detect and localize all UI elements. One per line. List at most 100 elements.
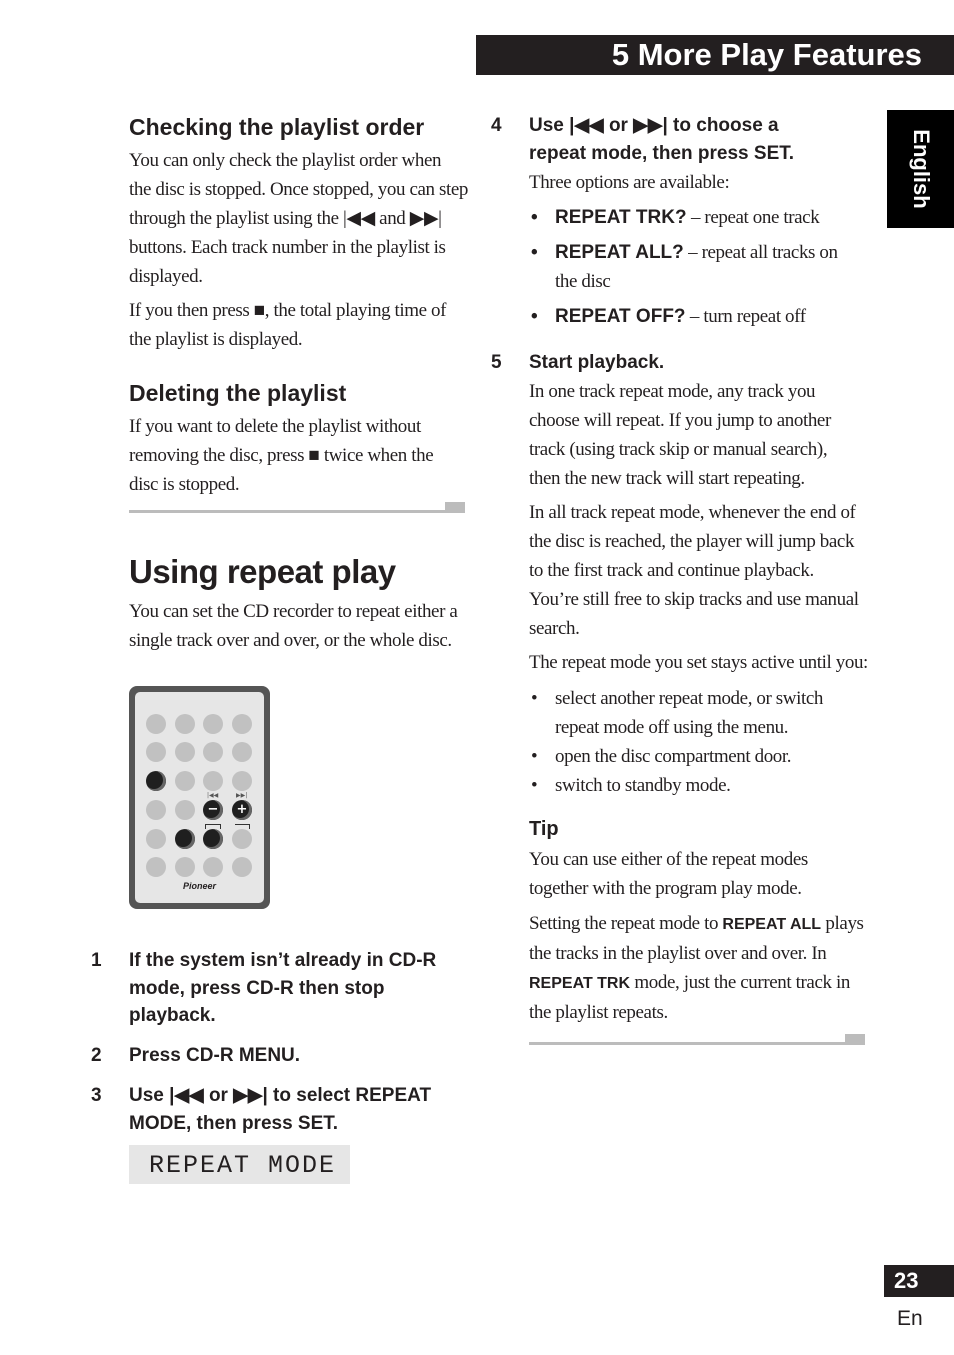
remote-button — [232, 714, 252, 734]
deleting-para: If you want to delete the playlist witho… — [129, 412, 469, 499]
remote-button — [175, 714, 195, 734]
remote-button — [146, 829, 166, 849]
text-line: If you want to delete the playlist witho… — [129, 416, 421, 437]
step-number: 1 — [91, 950, 102, 971]
cd-r-menu-button — [203, 829, 223, 849]
bullet: • — [531, 688, 538, 709]
text-line: REPEAT TRK mode, just the current track … — [529, 968, 874, 998]
step-line: MODE, then press SET. — [129, 1112, 339, 1134]
remote-button — [146, 857, 166, 877]
step-line: Press CD-R MENU. — [129, 1045, 301, 1066]
checking-para1: You can only check the playlist order wh… — [129, 146, 469, 291]
option-repeat-off: • REPEAT OFF? – turn repeat off — [531, 302, 871, 331]
text-line: disc is stopped. — [129, 474, 240, 495]
remote-button — [175, 742, 195, 762]
divider-tab — [445, 502, 465, 510]
remote-button — [232, 829, 252, 849]
text-line: track (using track skip or manual search… — [529, 439, 828, 460]
remote-button — [232, 857, 252, 877]
text-line: If you then press ■, the total playing t… — [129, 300, 447, 321]
text-line: the playlist repeats. — [529, 1002, 668, 1023]
step-line: repeat mode, then press SET. — [529, 142, 795, 164]
remote-button — [203, 771, 223, 791]
bullet: • — [531, 207, 538, 228]
options-intro: Three options are available: — [529, 172, 730, 193]
remote-button — [146, 742, 166, 762]
cd-r-button — [146, 771, 166, 791]
step-number: 4 — [491, 115, 502, 136]
text-line: switch to standby mode. — [555, 775, 731, 796]
text-line: through the playlist using the |◀◀ and ▶… — [129, 208, 442, 229]
option-term: REPEAT ALL? — [555, 242, 684, 263]
step-number: 3 — [91, 1085, 102, 1106]
text-line: choose will repeat. If you jump to anoth… — [529, 410, 831, 431]
text-line: together with the program play mode. — [529, 878, 802, 899]
remote-button — [203, 742, 223, 762]
text-line: Setting the repeat mode to REPEAT ALL pl… — [529, 909, 874, 939]
option-term: REPEAT TRK? — [555, 207, 687, 228]
divider-tab — [845, 1034, 865, 1042]
plus-icon: + — [236, 802, 248, 817]
text-line: You can set the CD recorder to repeat ei… — [129, 601, 458, 622]
prev-minus-button: − — [203, 800, 223, 820]
bullet: • — [531, 746, 538, 767]
language-tab: English — [887, 110, 954, 228]
text-line: removing the disc, press ■ twice when th… — [129, 445, 434, 466]
checking-heading: Checking the playlist order — [129, 114, 425, 140]
text-line: You can only check the playlist order wh… — [129, 150, 442, 171]
remote-button — [232, 742, 252, 762]
remote-control-illustration: |◀◀ − ▶▶| + Pioneer — [129, 686, 270, 909]
text-line: In all track repeat mode, whenever the e… — [529, 502, 856, 523]
text-line: then the new track will start repeating. — [529, 468, 805, 489]
step-line: Use |◀◀ or ▶▶| to choose a — [529, 115, 779, 136]
step-number: 2 — [91, 1045, 102, 1066]
text-line: repeat mode off using the menu. — [555, 717, 789, 738]
checking-para2: If you then press ■, the total playing t… — [129, 296, 469, 354]
text-line: the disc is reached, the player will jum… — [529, 531, 855, 552]
repeat-intro: You can set the CD recorder to repeat ei… — [129, 597, 474, 655]
repeat-heading: Using repeat play — [129, 553, 396, 590]
step5-para2: In all track repeat mode, whenever the e… — [529, 498, 874, 643]
list-item: • open the disc compartment door. — [529, 742, 874, 771]
pioneer-logo: Pioneer — [182, 881, 216, 891]
bullet: • — [531, 242, 538, 263]
section-divider — [529, 1034, 865, 1045]
page-number: 23 — [884, 1265, 954, 1297]
step-line: Start playback. — [529, 352, 665, 373]
remote-button — [203, 714, 223, 734]
language-tab-label: English — [908, 129, 934, 209]
mode-term: REPEAT ALL — [722, 916, 822, 933]
remote-button — [232, 771, 252, 791]
prev-track-icon: |◀◀ — [207, 792, 219, 799]
text-line: buttons. Each track number in the playli… — [129, 237, 446, 258]
mode-term: REPEAT TRK — [529, 975, 631, 992]
remote-button — [146, 714, 166, 734]
chapter-title-bar: 5 More Play Features — [476, 35, 954, 75]
text-line: single track over and over, or the whole… — [129, 630, 452, 651]
text-line: open the disc compartment door. — [555, 746, 792, 767]
deleting-heading: Deleting the playlist — [129, 380, 347, 406]
text-line: search. — [529, 618, 580, 639]
text-line: displayed. — [129, 266, 203, 287]
option-repeat-all: • REPEAT ALL? – repeat all tracks on the… — [531, 238, 871, 296]
step-line: mode, press CD-R then stop — [129, 977, 385, 999]
text-span: Setting the repeat mode to — [529, 913, 723, 934]
text-line: the tracks in the playlist over and over… — [529, 943, 827, 964]
option-desc: – repeat one track — [686, 207, 820, 228]
repeat-options-list: • REPEAT TRK? – repeat one track • REPEA… — [531, 203, 871, 331]
option-repeat-trk: • REPEAT TRK? – repeat one track — [531, 203, 871, 232]
option-desc: – repeat all tracks on — [683, 242, 838, 263]
next-plus-button: + — [232, 800, 252, 820]
tip-para1: You can use either of the repeat modes t… — [529, 845, 874, 903]
option-desc-cont: the disc — [555, 271, 611, 292]
text-line: You’re still free to skip tracks and use… — [529, 589, 859, 610]
step-line: Use |◀◀ or ▶▶| to select REPEAT — [129, 1085, 432, 1106]
step-line: If the system isn’t already in CD-R — [129, 950, 437, 971]
until-list: • select another repeat mode, or switch re… — [529, 684, 874, 800]
option-desc: – turn repeat off — [685, 306, 806, 327]
display-readout: REPEAT MODE — [129, 1145, 350, 1184]
text-line: You can use either of the repeat modes — [529, 849, 808, 870]
chapter-title: 5 More Play Features — [611, 37, 922, 72]
text-span: mode, just the current track in — [630, 972, 850, 993]
bullet: • — [531, 775, 538, 796]
